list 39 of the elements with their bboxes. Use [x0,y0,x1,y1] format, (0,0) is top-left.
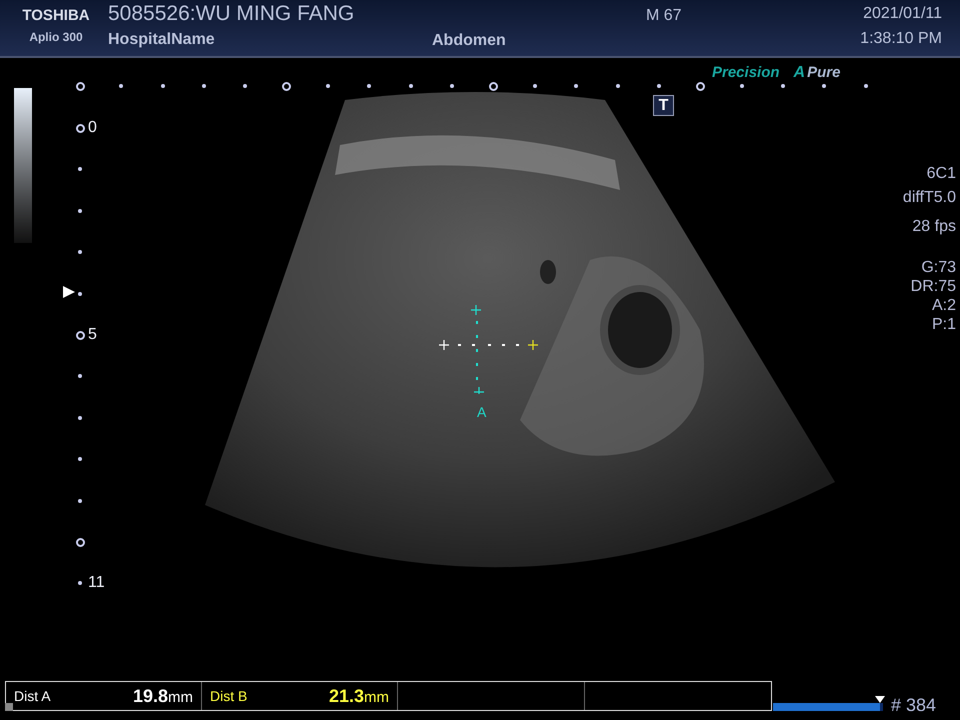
depth-mark-icon [76,538,84,546]
depth-label: 5 [88,326,97,344]
ruler-mark-icon [489,82,498,90]
depth-label: 11 [88,574,105,592]
hospital-name: HospitalName [108,30,216,50]
exam-date: 2021/01/11 [863,4,942,24]
measurement-label: Dist A [14,686,51,706]
depth-label: 0 [88,119,97,137]
measurement-value: 21.3 [328,684,364,708]
patient-id-name: 5085526:WU MING FANG [108,1,356,27]
model-name: Aplio 300 [29,29,83,46]
scan-parameter: DR:75 [910,277,956,296]
exam-type: Abdomen [432,31,507,51]
frame-number: # 384 [891,695,936,715]
ruler-mark-icon [696,82,705,90]
exam-time: 1:38:10 PM [860,29,942,49]
measurement-value: 19.8 [132,684,168,708]
caliper-label: A [477,404,486,420]
scan-parameter: 28 fps [912,217,956,236]
depth-mark-icon [76,124,84,132]
scan-parameter: P:1 [932,315,956,334]
a-mode-letter: A [794,63,806,83]
scan-parameter: A:2 [932,296,956,315]
scan-parameter: G:73 [921,258,956,277]
pure-mode-label: Pure [807,63,840,83]
precision-mode-label: Precision [712,63,780,83]
scan-parameter: 6C1 [926,164,956,183]
ruler-mark-icon [282,82,292,90]
measurement-unit: mm [168,688,193,708]
depth-mark-icon [76,330,84,340]
t-button[interactable]: T [653,95,674,116]
ruler-mark-icon [76,82,84,90]
measurement-label: Dist B [210,686,248,706]
scan-parameter: diffT5.0 [902,188,956,207]
brand-logo: TOSHIBA [22,6,90,26]
corner-marker-icon [5,703,13,711]
measurement-unit: mm [364,688,389,708]
focus-marker-icon [63,286,75,298]
sex-age: M 67 [646,7,682,24]
